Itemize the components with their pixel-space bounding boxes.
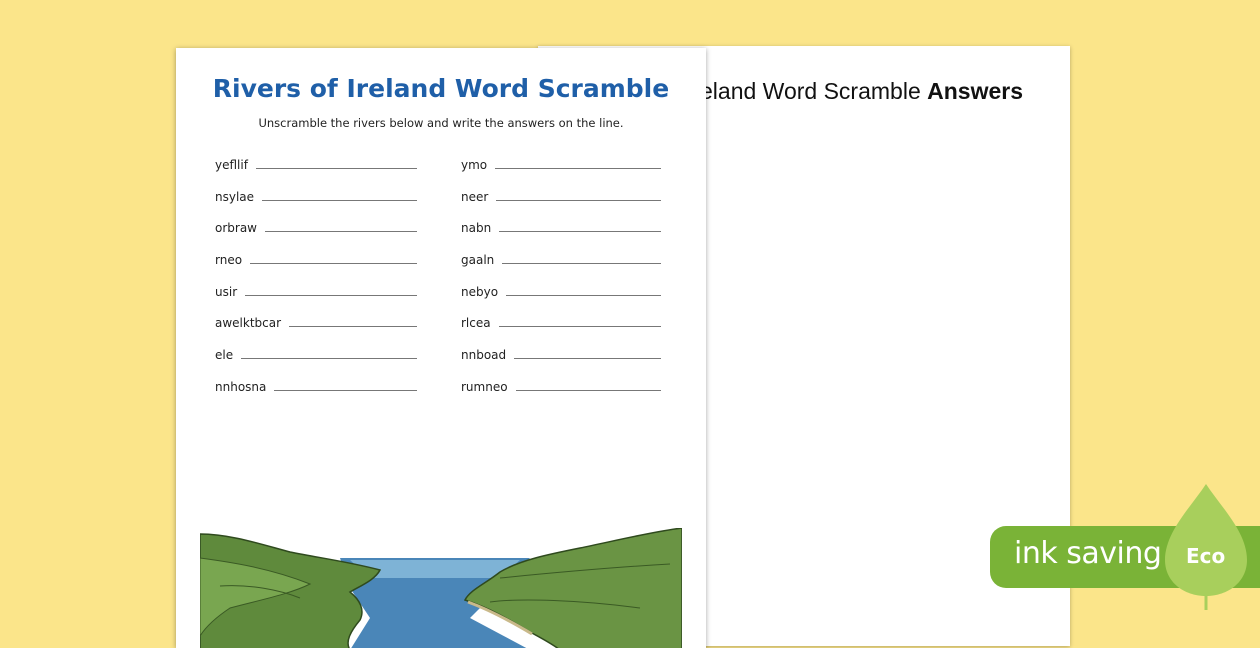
scramble-row: rumneo bbox=[461, 376, 661, 394]
scrambled-word: yefllif bbox=[215, 158, 248, 172]
ink-saving-label: ink saving bbox=[1014, 536, 1162, 571]
answer-line bbox=[250, 263, 417, 264]
answer-line bbox=[245, 295, 417, 296]
eco-label: Eco bbox=[1186, 544, 1226, 568]
river-landscape-illustration bbox=[200, 528, 682, 648]
answer-line bbox=[255, 168, 417, 169]
scramble-row: ymo bbox=[461, 154, 661, 172]
answers-title-bold: Answers bbox=[927, 78, 1023, 104]
answer-line bbox=[506, 295, 661, 296]
answer-line bbox=[514, 358, 661, 359]
scrambled-word: awelktbcar bbox=[215, 316, 282, 330]
scramble-row: nnboad bbox=[461, 344, 661, 362]
scramble-row: nebyo bbox=[461, 281, 661, 299]
scrambled-word: nsylae bbox=[215, 190, 255, 204]
scramble-row: nsylae bbox=[215, 186, 417, 204]
scramble-row: usir bbox=[215, 281, 417, 299]
answer-line bbox=[499, 231, 661, 232]
scramble-row: ele bbox=[215, 344, 417, 362]
scrambled-word: ele bbox=[215, 348, 234, 362]
scrambled-word: gaaln bbox=[461, 253, 495, 267]
answer-line bbox=[495, 168, 661, 169]
scrambled-word: rumneo bbox=[461, 380, 508, 394]
worksheet-instructions: Unscramble the rivers below and write th… bbox=[258, 116, 624, 130]
scramble-row: yefllif bbox=[215, 154, 417, 172]
scramble-row: orbraw bbox=[215, 217, 417, 235]
answers-sheet-title: eland Word Scramble Answers bbox=[700, 78, 1060, 105]
scrambled-word: nnhosna bbox=[215, 380, 267, 394]
scramble-row: awelktbcar bbox=[215, 312, 417, 330]
scrambled-word: orbraw bbox=[215, 221, 257, 235]
scramble-row: nabn bbox=[461, 217, 661, 235]
scrambled-word: nnboad bbox=[461, 348, 507, 362]
scramble-row: nnhosna bbox=[215, 376, 417, 394]
answers-title-text: eland Word Scramble bbox=[700, 78, 928, 104]
scrambled-word: ymo bbox=[461, 158, 488, 172]
scrambled-word: usir bbox=[215, 285, 238, 299]
scramble-row: rlcea bbox=[461, 312, 661, 330]
scramble-row: neer bbox=[461, 186, 661, 204]
answer-line bbox=[262, 200, 417, 201]
answer-line bbox=[515, 390, 661, 391]
worksheet-page: Rivers of Ireland Word Scramble Unscramb… bbox=[176, 48, 706, 648]
scrambled-word: neer bbox=[461, 190, 489, 204]
answer-line bbox=[241, 358, 417, 359]
scrambled-word: rneo bbox=[215, 253, 243, 267]
answer-line bbox=[502, 263, 661, 264]
scrambled-word: nabn bbox=[461, 221, 492, 235]
answer-line bbox=[496, 200, 661, 201]
answer-line bbox=[265, 231, 417, 232]
scrambled-word: nebyo bbox=[461, 285, 499, 299]
worksheet-title: Rivers of Ireland Word Scramble bbox=[212, 74, 670, 103]
scrambled-word: rlcea bbox=[461, 316, 491, 330]
answer-line bbox=[274, 390, 417, 391]
answer-line bbox=[498, 326, 661, 327]
answer-line bbox=[289, 326, 417, 327]
scramble-row: rneo bbox=[215, 249, 417, 267]
scramble-row: gaaln bbox=[461, 249, 661, 267]
